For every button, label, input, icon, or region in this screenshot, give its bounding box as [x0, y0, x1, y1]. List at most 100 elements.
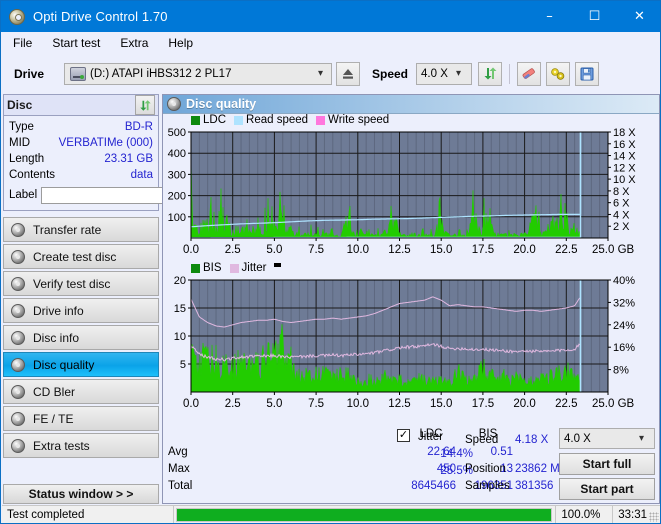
disc-icon	[9, 276, 27, 292]
close-button[interactable]: ✕	[617, 1, 660, 32]
save-button[interactable]	[575, 61, 600, 86]
disc-contents-value: data	[130, 169, 153, 181]
disc-type-value: BD-R	[124, 121, 153, 133]
jitter-checkbox[interactable]: ✓	[397, 429, 410, 442]
svg-text:2 X: 2 X	[613, 221, 630, 233]
maximize-button[interactable]: ☐	[572, 1, 617, 32]
refresh-icon	[484, 67, 497, 80]
stats-row-max-label: Max	[168, 463, 190, 475]
drive-select[interactable]: (D:) ATAPI iHBS312 2 PL17 ▾	[64, 62, 332, 85]
menu-item-help[interactable]: Help	[159, 33, 202, 53]
main-panel: Disc quality LDC Read speed Write speed …	[162, 94, 660, 504]
svg-text:32%: 32%	[613, 297, 635, 309]
legend-swatch-jitter	[229, 263, 239, 273]
disc-mid-label: MID	[9, 137, 31, 149]
svg-text:4 X: 4 X	[613, 209, 630, 221]
toolbar: Drive (D:) ATAPI iHBS312 2 PL17 ▾ Speed …	[2, 56, 660, 91]
disc-row-length: Length 23.31 GB	[9, 151, 153, 167]
tools-button[interactable]	[546, 61, 571, 86]
sidebar-item-label: Disc quality	[33, 357, 95, 372]
eraser-icon	[522, 67, 535, 79]
svg-text:12 X: 12 X	[613, 162, 636, 174]
sidebar-item-disc-quality[interactable]: Disc quality	[3, 352, 159, 377]
svg-text:7.5: 7.5	[308, 398, 324, 410]
svg-text:15: 15	[174, 303, 186, 315]
svg-text:10.0: 10.0	[347, 244, 369, 256]
speed-select[interactable]: 4.0 X ▾	[416, 62, 473, 85]
marker-icon	[274, 263, 282, 267]
stats-panel: LDC BIS Avg Max Total 22.64 450 8645466 …	[163, 425, 659, 503]
svg-text:5.0: 5.0	[266, 244, 282, 256]
disc-length-label: Length	[9, 153, 45, 165]
sidebar-item-verify-test-disc[interactable]: Verify test disc	[3, 271, 159, 296]
chart-bis: BIS Jitter 5 10 15 20 8% 16% 24% 32% 40% 0.0 2.5 5.…	[163, 262, 659, 425]
page-title: Disc quality	[186, 97, 257, 111]
sidebar-item-label: FE / TE	[33, 411, 74, 426]
menu-bar: File Start test Extra Help	[2, 32, 660, 54]
disc-icon	[9, 438, 27, 454]
svg-text:10 X: 10 X	[613, 174, 636, 186]
svg-text:16%: 16%	[613, 342, 635, 354]
svg-text:7.5: 7.5	[308, 244, 324, 256]
sidebar-item-drive-info[interactable]: Drive info	[3, 298, 159, 323]
disc-icon	[9, 357, 27, 373]
sidebar-item-transfer-rate[interactable]: Transfer rate	[3, 217, 159, 242]
sidebar-item-label: CD Bler	[33, 384, 76, 399]
disc-refresh-button[interactable]	[135, 95, 155, 115]
position-stat-label: Position	[465, 463, 506, 475]
progress-fill	[177, 509, 552, 521]
svg-text:2.5: 2.5	[225, 398, 241, 410]
svg-text:17.5: 17.5	[472, 398, 494, 410]
resize-grip[interactable]	[649, 512, 659, 522]
sidebar-item-cd-bler[interactable]: CD Bler	[3, 379, 159, 404]
check-icon: ✓	[398, 429, 409, 441]
svg-text:100: 100	[168, 212, 186, 224]
jitter-label: Jitter	[418, 431, 443, 443]
app-disc-icon	[9, 8, 25, 25]
stats-jitter-avg: 14.4%	[440, 448, 473, 460]
svg-text:12.5: 12.5	[388, 398, 410, 410]
erase-button[interactable]	[517, 61, 542, 86]
svg-text:200: 200	[168, 191, 186, 203]
svg-text:40%: 40%	[613, 275, 635, 287]
menu-item-start-test[interactable]: Start test	[43, 33, 109, 53]
refresh-button[interactable]	[478, 61, 503, 86]
sidebar-item-create-test-disc[interactable]: Create test disc	[3, 244, 159, 269]
legend-swatch-ldc	[191, 115, 200, 125]
eject-button[interactable]	[336, 61, 360, 86]
menu-item-extra[interactable]: Extra	[111, 33, 157, 53]
sidebar-item-extra-tests[interactable]: Extra tests	[3, 433, 159, 458]
eject-icon	[343, 68, 353, 79]
sidebar-item-disc-info[interactable]: Disc info	[3, 325, 159, 350]
menu-item-file[interactable]: File	[4, 33, 41, 53]
svg-text:24%: 24%	[613, 320, 635, 332]
disc-info-panel: Type BD-R MID VERBATIMe (000) Length 23.…	[3, 116, 245, 211]
status-window-button[interactable]: Status window > >	[3, 484, 159, 504]
svg-text:5.0: 5.0	[266, 398, 282, 410]
svg-text:8%: 8%	[613, 365, 629, 377]
minimize-button[interactable]: –	[527, 1, 572, 32]
disc-contents-label: Contents	[9, 169, 56, 181]
svg-text:300: 300	[168, 169, 186, 181]
sidebar-item-fe-te[interactable]: FE / TE	[3, 406, 159, 431]
stats-jitter-max: 25.5%	[440, 465, 473, 477]
disc-label-row: Label	[9, 185, 245, 205]
disc-mid-value: VERBATIMe (000)	[58, 137, 153, 149]
test-speed-select[interactable]: 4.0 X ▾	[559, 428, 655, 449]
svg-text:20.0: 20.0	[513, 398, 535, 410]
status-bar: Test completed 100.0% 33:31	[2, 505, 660, 523]
app-window: Opti Drive Control 1.70 – ☐ ✕ File Start…	[0, 0, 661, 524]
save-icon	[580, 67, 594, 80]
legend-swatch-write-speed	[316, 115, 326, 125]
legend-label-jitter: Jitter	[241, 262, 267, 274]
sidebar-item-label: Verify test disc	[33, 276, 111, 291]
disc-panel-header: Disc	[3, 94, 159, 116]
start-full-button[interactable]: Start full	[559, 453, 655, 475]
progress-percent: 100.0%	[561, 509, 601, 521]
legend-swatch-read-speed	[234, 115, 244, 125]
start-part-button[interactable]: Start part	[559, 478, 655, 500]
svg-text:20: 20	[174, 275, 186, 287]
svg-text:5: 5	[180, 359, 186, 371]
title-bar: Opti Drive Control 1.70 – ☐ ✕	[1, 1, 660, 32]
svg-text:0.0: 0.0	[183, 398, 199, 410]
